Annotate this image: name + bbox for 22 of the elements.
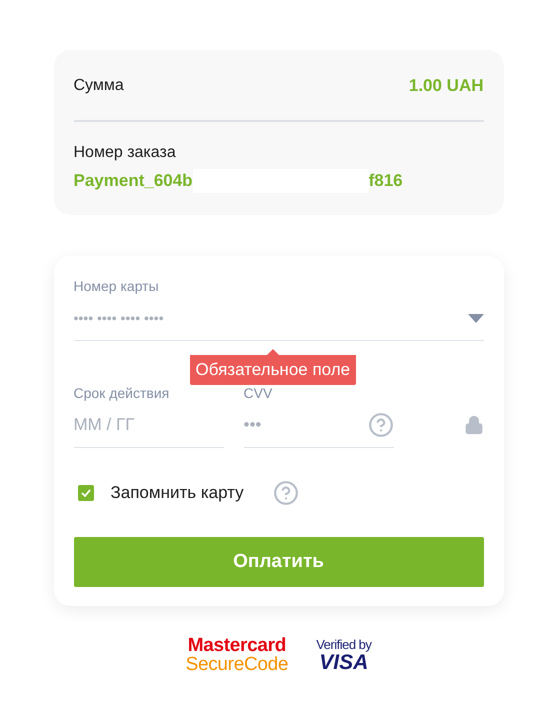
error-tooltip: Обязательное поле bbox=[190, 349, 356, 385]
remember-card-label: Запомнить карту bbox=[110, 483, 244, 503]
remember-card-checkbox[interactable] bbox=[78, 485, 94, 501]
card-number-label: Номер карты bbox=[74, 278, 160, 294]
order-number-start: Payment_604b bbox=[74, 171, 193, 191]
amount-label: Сумма bbox=[74, 77, 124, 95]
amount-value: 1.00 UAH bbox=[408, 76, 484, 96]
order-number-label: Номер заказа bbox=[74, 144, 176, 161]
check-icon bbox=[80, 489, 90, 497]
card-number-field[interactable]: •••• •••• •••• •••• bbox=[74, 310, 468, 326]
cvv-field[interactable]: ••• bbox=[244, 415, 368, 435]
expiry-label: Срок действия bbox=[74, 385, 170, 401]
cvv-label: CVV bbox=[244, 385, 274, 401]
lock-icon bbox=[464, 415, 484, 435]
verified-by-visa-logo: Verified by VISA bbox=[316, 638, 372, 672]
help-icon[interactable] bbox=[272, 480, 299, 506]
order-number-end: f816 bbox=[368, 171, 403, 191]
pay-button[interactable]: Оплатить bbox=[74, 537, 484, 587]
dropdown-caret-icon[interactable] bbox=[468, 314, 484, 322]
expiry-field[interactable]: ММ / ГГ bbox=[74, 415, 224, 435]
mastercard-securecode-logo: Mastercard SecureCode bbox=[186, 636, 288, 674]
help-icon[interactable] bbox=[368, 412, 394, 438]
